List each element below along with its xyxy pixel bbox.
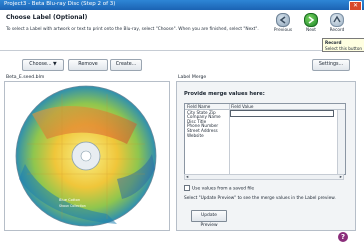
merge-values-title: Provide merge values here: bbox=[184, 91, 265, 97]
previous-label: Previous bbox=[273, 28, 293, 33]
disc-caption-1: Blue Cotton bbox=[59, 198, 80, 202]
use-saved-file-option[interactable]: Use values from a saved file bbox=[184, 185, 254, 192]
use-saved-file-checkbox[interactable] bbox=[184, 185, 190, 191]
update-preview-button[interactable]: Update Preview bbox=[191, 210, 227, 228]
record-button[interactable]: Record bbox=[326, 13, 348, 33]
page-title: Choose Label (Optional) bbox=[6, 14, 88, 21]
help-icon[interactable]: ? bbox=[338, 232, 348, 242]
choose-button[interactable]: Choose... ▼ bbox=[22, 59, 64, 71]
remove-button[interactable]: Remove bbox=[68, 59, 108, 71]
disc-preview: Blue Cotton Shaun Collection bbox=[15, 85, 157, 227]
label-merge-heading: Label Merge bbox=[178, 75, 207, 80]
record-label: Record bbox=[329, 28, 345, 33]
create-button[interactable]: Create... bbox=[110, 59, 142, 71]
label-merge-panel: Provide merge values here: Field Name Fi… bbox=[176, 81, 356, 231]
window-title: Project3 - Beta Blu-ray Disc (Step 2 of … bbox=[4, 1, 116, 7]
merge-fields-table: Field Name Field Value City State Zip Co… bbox=[184, 103, 346, 175]
use-saved-file-label: Use values from a saved file bbox=[192, 186, 255, 192]
forward-arrow-icon bbox=[304, 13, 318, 27]
column-field-name: Field Name bbox=[187, 104, 211, 109]
column-field-value: Field Value bbox=[231, 104, 254, 109]
vertical-scrollbar[interactable] bbox=[337, 110, 345, 174]
disc-caption-2: Shaun Collection bbox=[59, 204, 86, 208]
settings-button[interactable]: Settings... bbox=[312, 59, 350, 71]
record-arrow-icon bbox=[330, 13, 344, 27]
scroll-left-icon[interactable]: ◂ bbox=[186, 175, 188, 180]
record-tooltip: Record Select this button bbox=[322, 38, 364, 52]
update-preview-note: Select "Update Preview" to see the merge… bbox=[184, 196, 336, 201]
next-label: Next bbox=[305, 28, 316, 33]
scroll-right-icon[interactable]: ▸ bbox=[340, 175, 342, 180]
tooltip-text: Select this button bbox=[325, 45, 363, 51]
label-file-name: Beta_E.seed.blm bbox=[6, 75, 45, 80]
table-row[interactable]: Website bbox=[187, 133, 204, 139]
title-bar: Project3 - Beta Blu-ray Disc (Step 2 of … bbox=[0, 0, 364, 11]
previous-button[interactable]: Previous bbox=[272, 13, 294, 33]
horizontal-scrollbar[interactable]: ◂ ▸ bbox=[184, 174, 344, 180]
field-value-input[interactable] bbox=[230, 110, 334, 117]
back-arrow-icon bbox=[276, 13, 290, 27]
toolbar: Choose... ▼ Remove Create... Settings... bbox=[0, 57, 364, 71]
instructions-text: To select a Label with artwork or text t… bbox=[6, 27, 259, 32]
label-preview-panel: Blue Cotton Shaun Collection bbox=[4, 81, 170, 231]
next-button[interactable]: Next bbox=[300, 13, 322, 33]
